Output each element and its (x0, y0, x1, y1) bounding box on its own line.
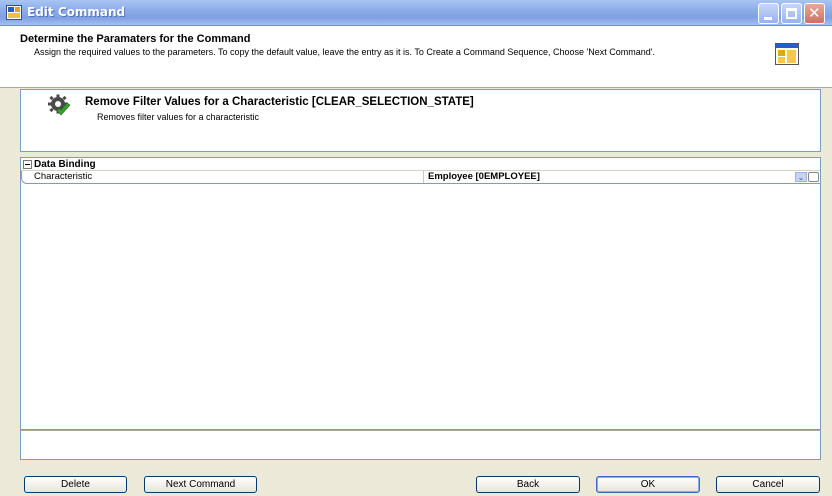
command-info-panel: Remove Filter Values for a Characteristi… (20, 89, 821, 152)
category-label: Data Binding (34, 159, 96, 170)
title-bar: Edit Command ✕ (0, 0, 832, 26)
maximize-button[interactable] (781, 3, 802, 24)
description-panel (20, 430, 821, 460)
next-command-button[interactable]: Next Command (144, 476, 257, 493)
close-button[interactable]: ✕ (804, 3, 825, 24)
header-description: Assign the required values to the parame… (34, 47, 655, 57)
command-title: Remove Filter Values for a Characteristi… (85, 96, 474, 108)
gear-check-icon (48, 94, 71, 116)
ellipsis-button[interactable] (808, 172, 819, 182)
ok-button[interactable]: OK (596, 476, 700, 493)
command-description: Removes filter values for a characterist… (97, 112, 260, 122)
minimize-button[interactable] (758, 3, 779, 24)
table-grid-icon (6, 5, 22, 20)
column-divider (423, 171, 424, 183)
command-wizard-icon (775, 43, 799, 65)
property-row-characteristic[interactable]: Characteristic Employee [0EMPLOYEE] ⌄ (21, 171, 820, 184)
wizard-header: Determine the Paramaters for the Command… (0, 26, 832, 88)
cancel-button[interactable]: Cancel (716, 476, 820, 493)
property-name: Characteristic (34, 171, 93, 182)
property-value[interactable]: Employee [0EMPLOYEE] (428, 171, 540, 183)
property-grid: Data Binding Characteristic Employee [0E… (20, 157, 821, 430)
grid-category-row[interactable]: Data Binding (21, 158, 820, 171)
back-button[interactable]: Back (476, 476, 580, 493)
chevron-down-icon[interactable]: ⌄ (795, 172, 807, 182)
close-icon: ✕ (808, 4, 821, 22)
minimize-icon (764, 17, 772, 20)
window-title: Edit Command (27, 5, 126, 19)
collapse-icon[interactable] (23, 160, 32, 169)
maximize-icon (786, 8, 797, 19)
delete-button[interactable]: Delete (24, 476, 127, 493)
header-title: Determine the Paramaters for the Command (20, 33, 251, 45)
